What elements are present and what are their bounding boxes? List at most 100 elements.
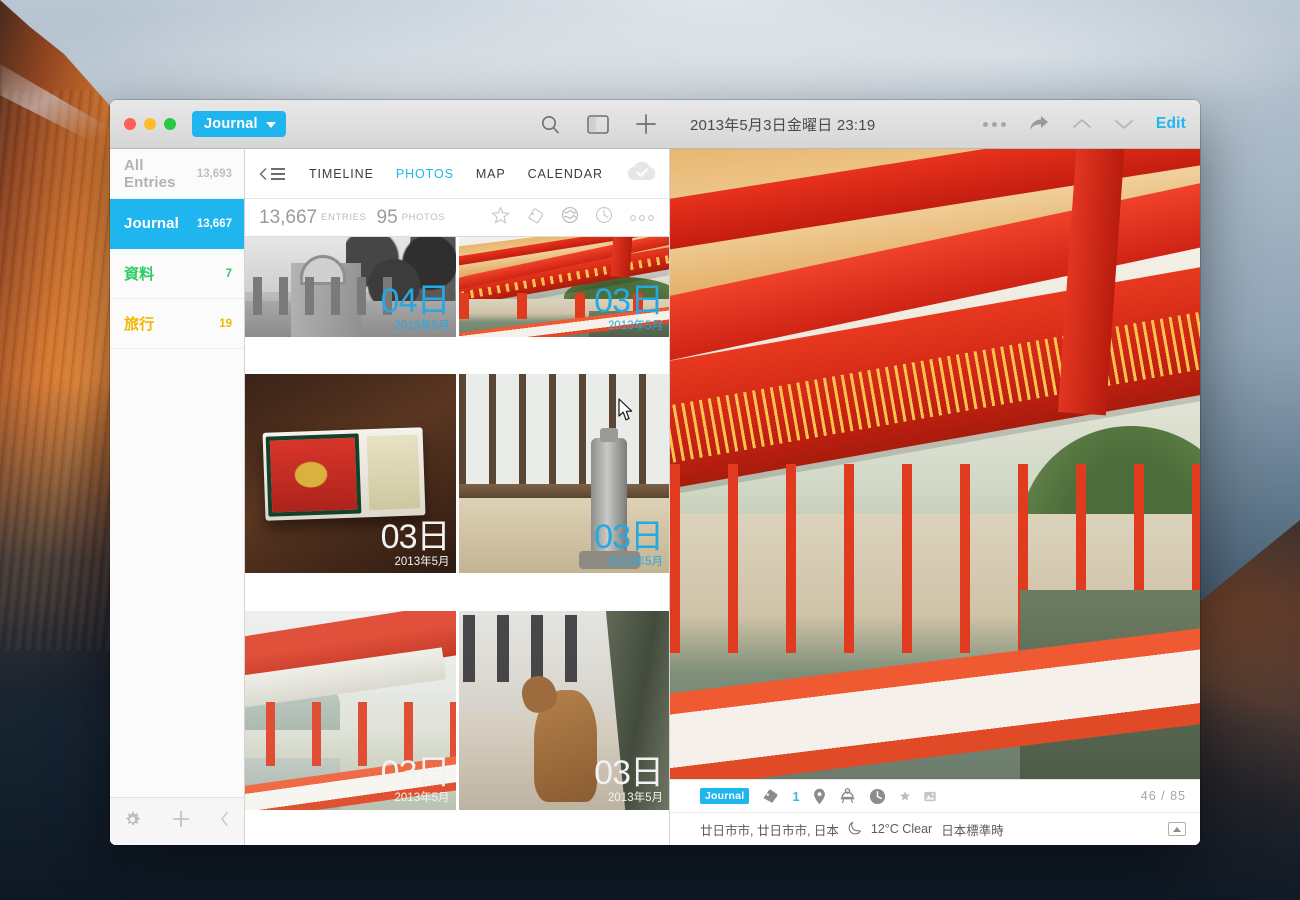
clock-icon[interactable] — [595, 206, 613, 229]
minimize-button[interactable] — [144, 118, 156, 130]
photo-thumbnail-selected[interactable]: 03日 2013年5月 — [458, 237, 669, 337]
photo-thumbnail[interactable]: 03日 2013年5月 — [245, 610, 456, 810]
thumbnail-date-overlay: 03日 2013年5月 — [380, 754, 451, 805]
thumbnail-day: 03日 — [594, 281, 664, 320]
thumbnail-date-overlay: 04日 2013年5月 — [380, 281, 451, 333]
sidebar-item-count: 7 — [225, 267, 232, 280]
globe-icon[interactable] — [561, 206, 579, 229]
sidebar-item-shiryou[interactable]: 資料 7 — [110, 249, 244, 299]
star-icon[interactable] — [899, 790, 911, 802]
tag-icon[interactable] — [526, 206, 545, 230]
sidebar-item-journal[interactable]: Journal 13,667 — [110, 199, 244, 249]
entry-meta-bar: Journal 1 46 / 85 — [670, 779, 1200, 812]
thumbnail-day: 04日 — [380, 281, 451, 320]
thumbnail-day: 03日 — [380, 754, 451, 793]
photo-thumbnail[interactable]: 03日 2013年5月 — [245, 374, 456, 574]
sidebar: All Entries 13,693 Journal 13,667 資料 7 旅… — [110, 149, 245, 845]
entry-date-title: 2013年5月3日金曜日 23:19 — [690, 116, 876, 134]
chevron-down-icon — [265, 122, 276, 128]
sidebar-item-ryokou[interactable]: 旅行 19 — [110, 299, 244, 349]
moon-icon — [848, 820, 862, 838]
activity-icon[interactable] — [839, 787, 856, 805]
star-icon[interactable] — [491, 205, 510, 230]
traffic-lights — [124, 118, 176, 130]
thumbnail-month: 2013年5月 — [608, 792, 663, 805]
journal-selector-label: Journal — [204, 116, 258, 132]
filter-icons — [491, 205, 655, 230]
toolbar-right-icons: Edit — [982, 115, 1186, 133]
photo-thumbnail[interactable]: 03日 2013年5月 — [458, 374, 669, 574]
sidebar-toggle-icon[interactable] — [587, 114, 609, 134]
tab-timeline[interactable]: TIMELINE — [309, 167, 374, 181]
photo-thumbnail[interactable]: 03日 2013年5月 — [458, 610, 669, 810]
sidebar-item-count: 13,693 — [196, 167, 232, 180]
detail-photo[interactable] — [670, 149, 1200, 779]
zoom-button[interactable] — [164, 118, 176, 130]
entry-detail-panel: Journal 1 46 / 85 廿日市市, 廿日市市, 日本 12°C Cl… — [670, 149, 1200, 845]
thumbnail-day: 03日 — [594, 517, 664, 556]
edit-button[interactable]: Edit — [1156, 115, 1186, 133]
search-icon[interactable] — [540, 114, 561, 135]
sidebar-item-label: All Entries — [124, 156, 176, 191]
window-body: All Entries 13,693 Journal 13,667 資料 7 旅… — [110, 149, 1200, 845]
thumbnail-month: 2013年5月 — [608, 555, 663, 568]
thumbnail-date-overlay: 03日 2013年5月 — [380, 517, 451, 569]
location-pin-icon[interactable] — [813, 788, 826, 805]
tag-count: 1 — [792, 788, 800, 804]
thumbnail-day: 03日 — [594, 754, 664, 793]
photo-counter: 46 / 85 — [1140, 789, 1186, 803]
share-icon[interactable] — [1028, 115, 1050, 133]
collapse-chevron-icon[interactable] — [220, 811, 230, 832]
thumbnail-day: 03日 — [380, 517, 451, 556]
photo-icon[interactable] — [923, 790, 936, 802]
chevron-down-icon[interactable] — [1114, 117, 1134, 131]
expand-icon[interactable] — [1168, 822, 1186, 836]
tab-calendar[interactable]: CALENDAR — [528, 167, 603, 181]
desktop-background: Journal 2013年5月3日金曜日 23:19 Edit All Entr… — [0, 0, 1300, 900]
tag-icon[interactable] — [762, 788, 779, 804]
tab-photos[interactable]: PHOTOS — [396, 167, 454, 181]
photo-grid: 04日 2013年5月 03日 2013年5月 03日 2013年5月 03日 … — [245, 237, 669, 845]
sidebar-item-count: 19 — [219, 317, 232, 330]
thumbnail-date-overlay: 03日 2013年5月 — [594, 281, 664, 333]
view-tabbar: TIMELINE PHOTOS MAP CALENDAR — [245, 149, 669, 199]
thumbnail-month: 2013年5月 — [394, 319, 450, 332]
weather-text: 12°C Clear — [870, 822, 933, 836]
toolbar-center-icons — [540, 113, 657, 135]
photos-count: 95 — [376, 206, 398, 228]
photo-thumbnail[interactable]: 04日 2013年5月 — [245, 237, 456, 337]
thumbnail-month: 2013年5月 — [394, 792, 450, 805]
journal-selector-button[interactable]: Journal — [192, 111, 286, 137]
sidebar-item-label: 資料 — [124, 266, 155, 283]
day-one-window: Journal 2013年5月3日金曜日 23:19 Edit All Entr… — [110, 100, 1200, 845]
clock-icon[interactable] — [869, 788, 886, 805]
photos-count-label: PHOTOS — [401, 212, 446, 223]
thumbnail-date-overlay: 03日 2013年5月 — [594, 517, 664, 569]
sidebar-footer — [110, 797, 244, 845]
tab-map[interactable]: MAP — [476, 167, 506, 181]
sidebar-item-label: 旅行 — [124, 316, 155, 333]
cloud-check-icon[interactable] — [625, 159, 659, 188]
journal-badge[interactable]: Journal — [700, 788, 750, 804]
plus-icon[interactable] — [635, 113, 657, 135]
detail-photo-image — [670, 149, 1200, 779]
chevron-up-icon[interactable] — [1072, 117, 1092, 131]
entry-location-bar: 廿日市市, 廿日市市, 日本 12°C Clear 日本標準時 — [670, 812, 1200, 845]
close-button[interactable] — [124, 118, 136, 130]
thumbnail-date-overlay: 03日 2013年5月 — [594, 754, 664, 805]
timezone-text: 日本標準時 — [941, 823, 1004, 838]
sidebar-item-count: 13,667 — [196, 217, 232, 230]
entries-count: 13,667 — [259, 206, 318, 228]
sidebar-item-all-entries[interactable]: All Entries 13,693 — [110, 149, 244, 199]
more-dots-icon[interactable] — [629, 209, 655, 227]
more-icon[interactable] — [982, 121, 1006, 127]
gear-icon[interactable] — [124, 811, 141, 833]
photos-list-column: TIMELINE PHOTOS MAP CALENDAR 13,667 ENTR… — [245, 149, 670, 845]
collapse-list-icon[interactable] — [259, 167, 285, 180]
plus-icon[interactable] — [172, 810, 190, 833]
sidebar-item-label: Journal — [124, 215, 179, 232]
cliff-texture — [0, 90, 128, 650]
counts-and-filters-bar: 13,667 ENTRIES 95 PHOTOS — [245, 199, 669, 237]
location-text: 廿日市市, 廿日市市, 日本 — [700, 823, 839, 838]
